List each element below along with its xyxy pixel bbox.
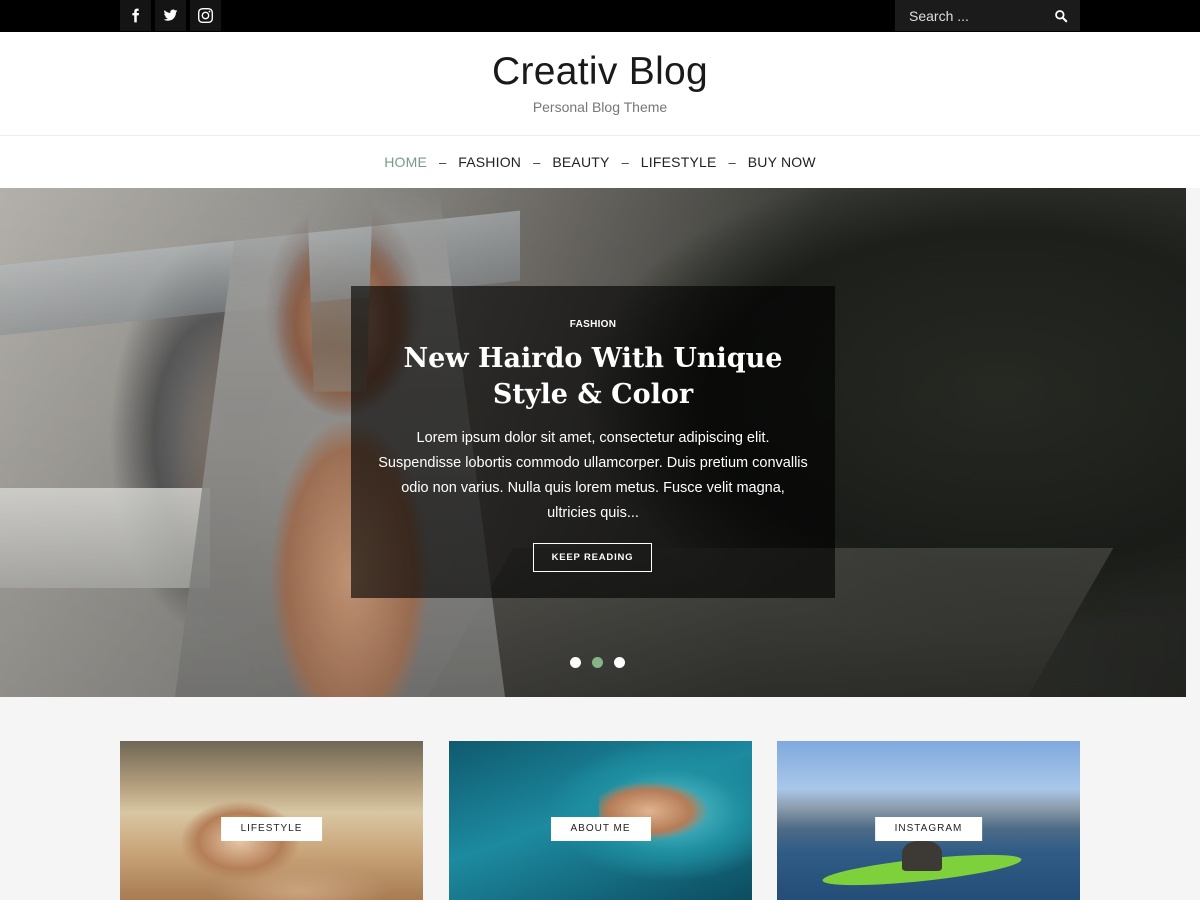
- facebook-icon: [128, 8, 143, 23]
- nav-item-home[interactable]: HOME: [384, 154, 427, 170]
- nav-item-lifestyle[interactable]: LIFESTYLE: [641, 154, 717, 170]
- nav-separator: –: [621, 154, 629, 170]
- instagram-link[interactable]: [190, 0, 221, 31]
- card-label[interactable]: INSTAGRAM: [874, 817, 983, 841]
- promo-card-lifestyle[interactable]: LIFESTYLE: [120, 741, 423, 900]
- card-photo-paddler: [902, 841, 942, 871]
- keep-reading-button[interactable]: KEEP READING: [533, 543, 652, 572]
- facebook-link[interactable]: [120, 0, 151, 31]
- top-bar: [0, 0, 1200, 32]
- nav-separator: –: [728, 154, 736, 170]
- search-box: [895, 0, 1080, 31]
- card-label[interactable]: LIFESTYLE: [220, 817, 323, 841]
- nav-item-beauty[interactable]: BEAUTY: [552, 154, 609, 170]
- nav-separator: –: [439, 154, 447, 170]
- slider-dot-2[interactable]: [592, 657, 603, 668]
- hero-caption-box: FASHION New Hairdo With Unique Style & C…: [351, 286, 835, 598]
- social-links: [120, 0, 221, 31]
- nav-separator: –: [533, 154, 541, 170]
- hero-category[interactable]: FASHION: [351, 319, 835, 330]
- hero-slider: FASHION New Hairdo With Unique Style & C…: [0, 188, 1186, 697]
- card-photo-beach: [160, 801, 390, 900]
- hero-excerpt: Lorem ipsum dolor sit amet, consectetur …: [378, 430, 808, 521]
- site-title[interactable]: Creativ Blog: [0, 50, 1200, 94]
- hero-title[interactable]: New Hairdo With Unique Style & Color: [371, 341, 815, 413]
- main-nav: HOME – FASHION – BEAUTY – LIFESTYLE – BU…: [0, 136, 1200, 188]
- twitter-icon: [163, 8, 178, 23]
- search-input[interactable]: [895, 0, 1045, 31]
- slider-dots: [570, 657, 625, 668]
- nav-item-buy-now[interactable]: BUY NOW: [748, 154, 816, 170]
- slider-dot-3[interactable]: [614, 657, 625, 668]
- promo-card-instagram[interactable]: INSTAGRAM: [777, 741, 1080, 900]
- instagram-icon: [198, 8, 213, 23]
- card-label[interactable]: ABOUT ME: [550, 817, 651, 841]
- slider-dot-1[interactable]: [570, 657, 581, 668]
- site-header: Creativ Blog Personal Blog Theme: [0, 32, 1200, 136]
- site-tagline: Personal Blog Theme: [532, 99, 668, 115]
- promo-card-about-me[interactable]: ABOUT ME: [449, 741, 752, 900]
- twitter-link[interactable]: [155, 0, 186, 31]
- search-icon[interactable]: [1054, 9, 1068, 23]
- hero-background-boat: [0, 488, 210, 588]
- nav-item-fashion[interactable]: FASHION: [458, 154, 521, 170]
